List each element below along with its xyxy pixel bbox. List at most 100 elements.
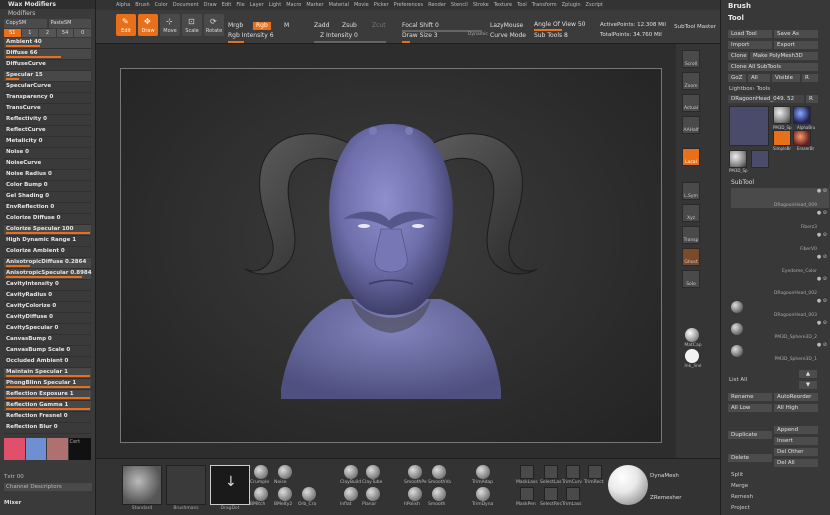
all-high-button[interactable]: All High [774, 404, 818, 412]
dynamesh-button[interactable]: DynaMesh [650, 473, 679, 479]
current-tool-thumbnail[interactable] [729, 106, 769, 146]
material-slider[interactable]: Noise 0 [4, 148, 91, 159]
menu-item[interactable]: Layer [250, 2, 264, 8]
menu-item[interactable]: Document [173, 2, 199, 8]
ghost-button[interactable]: Ghost [682, 248, 700, 266]
subtool-master-button[interactable]: SubTool Master [670, 22, 720, 42]
material-slider[interactable]: Metalicity 0 [4, 137, 91, 148]
brush-button[interactable] [302, 487, 316, 501]
lightbox-tools-link[interactable]: Lightbox› Tools [729, 86, 770, 92]
z-intensity-slider[interactable]: Z Intensity 0 [320, 32, 358, 39]
menu-item[interactable]: Tool [517, 2, 527, 8]
subtool-item[interactable]: ● ⊘ DRagoonHead_009 [731, 188, 829, 208]
material-slider[interactable]: CavityDiffuse 0 [4, 313, 91, 324]
alpha-brush-thumbnail[interactable] [793, 106, 811, 124]
material-slider[interactable]: Reflection Exposure 1 [4, 390, 91, 401]
material-slider[interactable]: Transparency 0 [4, 93, 91, 104]
visibility-icon[interactable]: ● ⊘ [817, 320, 827, 326]
menu-item[interactable]: Brush [135, 2, 149, 8]
merge-section[interactable]: Merge [731, 483, 748, 489]
brush-button[interactable] [588, 465, 602, 479]
material-slider[interactable]: ReflectCurve [4, 126, 91, 137]
rgb-button[interactable]: Rgb [253, 22, 271, 30]
brush-button[interactable] [344, 487, 358, 501]
3d-viewport[interactable] [120, 68, 662, 443]
mixer-label[interactable]: Mixer [4, 500, 21, 506]
color-swatch[interactable] [4, 438, 25, 460]
rgb-intensity-slider[interactable]: Rgb Intensity 6 [228, 32, 274, 39]
material-sphere-icon[interactable] [608, 465, 648, 505]
brush-button[interactable] [254, 487, 268, 501]
subtool-section-title[interactable]: SubTool [731, 179, 754, 186]
move-button[interactable]: ⊹ Move [160, 14, 180, 36]
color-swatch[interactable] [25, 438, 46, 460]
material-slider[interactable]: Gel Shading 0 [4, 192, 91, 203]
material-slider[interactable]: Noise Radius 0 [4, 170, 91, 181]
material-slider[interactable]: EnvReflection 0 [4, 203, 91, 214]
dragoon-head-thumbnail[interactable] [751, 150, 769, 168]
del-other-button[interactable]: Del Other [774, 448, 818, 456]
material-slider[interactable]: Maintain Specular 1 [4, 368, 91, 379]
material-slider[interactable]: Color Bump 0 [4, 181, 91, 192]
material-slider[interactable]: TransCurve [4, 104, 91, 115]
slot-button[interactable]: 54 [56, 29, 74, 37]
pm3d-sphere-thumbnail-2[interactable] [729, 150, 747, 168]
list-all-button[interactable]: List All [729, 377, 747, 383]
material-slider[interactable]: Specular 15 [4, 71, 91, 82]
material-slider[interactable]: Reflection Blur 0 [4, 423, 91, 434]
slot-button[interactable]: S1 [4, 29, 21, 37]
insert-button[interactable]: Insert [774, 437, 818, 445]
material-slider[interactable]: CavityRadius 0 [4, 291, 91, 302]
visibility-icon[interactable]: ● ⊘ [817, 232, 827, 238]
simple-brush-thumbnail[interactable] [773, 130, 791, 146]
brush-button[interactable] [408, 465, 422, 479]
brush-button[interactable] [566, 487, 580, 501]
goz-r-button[interactable]: R [802, 74, 818, 82]
subtool-item[interactable]: ● ⊘ PM3D_Sphere3D_2 [731, 320, 829, 340]
all-low-button[interactable]: All Low [728, 404, 772, 412]
material-slider[interactable]: High Dynamic Range 1 [4, 236, 91, 247]
material-slider[interactable]: Colorize Specular 100 [4, 225, 91, 236]
current-tool-slider[interactable]: DRagoonHead_049. 52 [728, 95, 804, 103]
angle-of-view-slider[interactable]: Angle Of View 50 [534, 21, 586, 28]
menu-item[interactable]: Draw [204, 2, 217, 8]
visibility-icon[interactable]: ● ⊘ [817, 276, 827, 282]
material-slider[interactable]: CavityIntensity 0 [4, 280, 91, 291]
brush-button[interactable] [476, 465, 490, 479]
material-slider[interactable]: AnisotropicSpecular 0.8984 [4, 269, 92, 280]
brush-button[interactable] [544, 487, 558, 501]
menu-item[interactable]: Stencil [451, 2, 468, 8]
material-slider[interactable]: CavitySpecular 0 [4, 324, 91, 335]
edit-button[interactable]: ✎ Edit [116, 14, 136, 36]
brushmans-alpha-thumb[interactable]: Brushmans [166, 465, 206, 511]
material-slider[interactable]: CanvasBump Scale 0 [4, 346, 91, 357]
local-button[interactable]: Local [682, 148, 700, 166]
auto-reorder-button[interactable]: AutoReorder [774, 393, 818, 401]
export-button[interactable]: Export [774, 41, 818, 49]
make-polymesh-button[interactable]: Make PolyMesh3D [750, 52, 818, 60]
visibility-icon[interactable]: ● ⊘ [817, 342, 827, 348]
menu-item[interactable]: Material [329, 2, 349, 8]
menu-item[interactable]: Picker [374, 2, 389, 8]
menu-item[interactable]: Zscript [586, 2, 603, 8]
menu-item[interactable]: Marker [306, 2, 323, 8]
zsub-button[interactable]: Zsub [342, 22, 357, 29]
append-button[interactable]: Append [774, 426, 818, 434]
menu-item[interactable]: Movie [354, 2, 369, 8]
color-swatch[interactable] [47, 438, 68, 460]
matcap-material-icon[interactable] [685, 328, 699, 342]
menu-item[interactable]: Color [155, 2, 168, 8]
menu-item[interactable]: Alpha [116, 2, 130, 8]
lsym-button[interactable]: L.Sym [682, 182, 700, 200]
channel-descriptors-button[interactable]: Channel Descriptors [4, 483, 92, 491]
material-slider[interactable]: CanvasBump 0 [4, 335, 91, 346]
clone-all-subtools-button[interactable]: Clone All SubTools [728, 63, 818, 71]
pm3d-sphere-thumbnail[interactable] [773, 106, 791, 124]
brush-button[interactable] [520, 487, 534, 501]
material-slider[interactable]: AnisotropicDiffuse 0.2864 [4, 258, 91, 269]
brush-button[interactable] [432, 465, 446, 479]
brush-button[interactable] [366, 487, 380, 501]
brush-button[interactable] [278, 487, 292, 501]
move-up-button[interactable]: ▲ [799, 370, 817, 378]
solo-button[interactable]: Solo [682, 270, 700, 288]
